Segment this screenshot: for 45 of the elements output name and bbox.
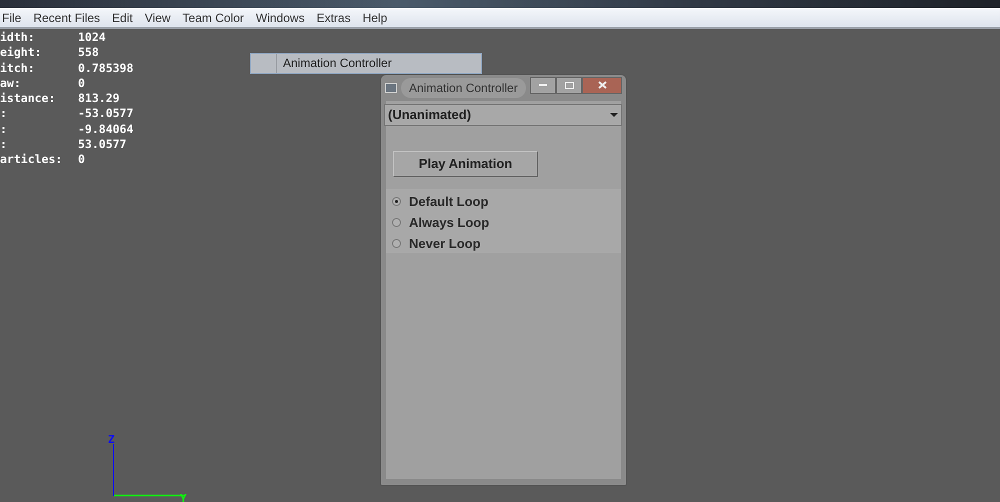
stat-label: eight: [0,45,43,61]
stat-label: : [0,122,8,138]
stat-value: 0 [78,76,85,92]
minimize-button[interactable] [530,76,556,94]
play-animation-button[interactable]: Play Animation [393,151,538,177]
menu-item[interactable]: Help [356,8,394,27]
menu-item[interactable]: View [138,8,177,27]
z-axis: Z [108,433,115,496]
menu-item[interactable]: Animation Controller [277,54,398,73]
stat-label: : [0,106,8,122]
stat-value: 53.0577 [78,137,126,152]
animation-dropdown[interactable]: (Unanimated) [384,104,622,126]
radio-option[interactable]: Always Loop [392,212,615,233]
stat-label: articles: [0,152,64,168]
stat-label: istance: [0,91,56,106]
menu-item[interactable]: Team Color [176,8,250,27]
maximize-button[interactable] [556,76,582,94]
close-icon [598,81,606,89]
stat-value: 0 [78,152,85,168]
radio-button[interactable] [392,239,401,248]
window-icon [385,83,397,93]
close-button[interactable] [582,76,622,94]
minimize-icon [539,84,547,86]
menu-item[interactable]: File [0,8,28,27]
menu-item[interactable]: Edit [106,8,139,27]
radio-option[interactable]: Never Loop [392,233,615,254]
radio-option[interactable]: Default Loop [392,191,615,212]
dropdown-arrow-icon [610,113,618,117]
radio-button[interactable] [392,197,401,206]
stat-label: aw: [0,76,22,92]
stat-value: 558 [78,45,99,61]
stat-value: 1024 [78,30,106,46]
stat-value: 813.29 [78,91,120,106]
menu-item[interactable]: Recent Files [27,8,106,27]
menu-item[interactable]: Windows [250,8,311,27]
maximize-icon [564,82,574,88]
stat-value: 0.785398 [78,60,134,76]
stat-label: idth: [0,30,36,46]
menu-item[interactable]: Extras [310,8,357,27]
stat-value: -9.84064 [78,122,134,138]
stat-label: itch: [0,60,36,76]
stat-value: -53.0577 [78,106,134,122]
stat-label: : [0,137,8,152]
radio-button[interactable] [392,218,401,227]
window-title: Animation Controller [401,78,526,98]
